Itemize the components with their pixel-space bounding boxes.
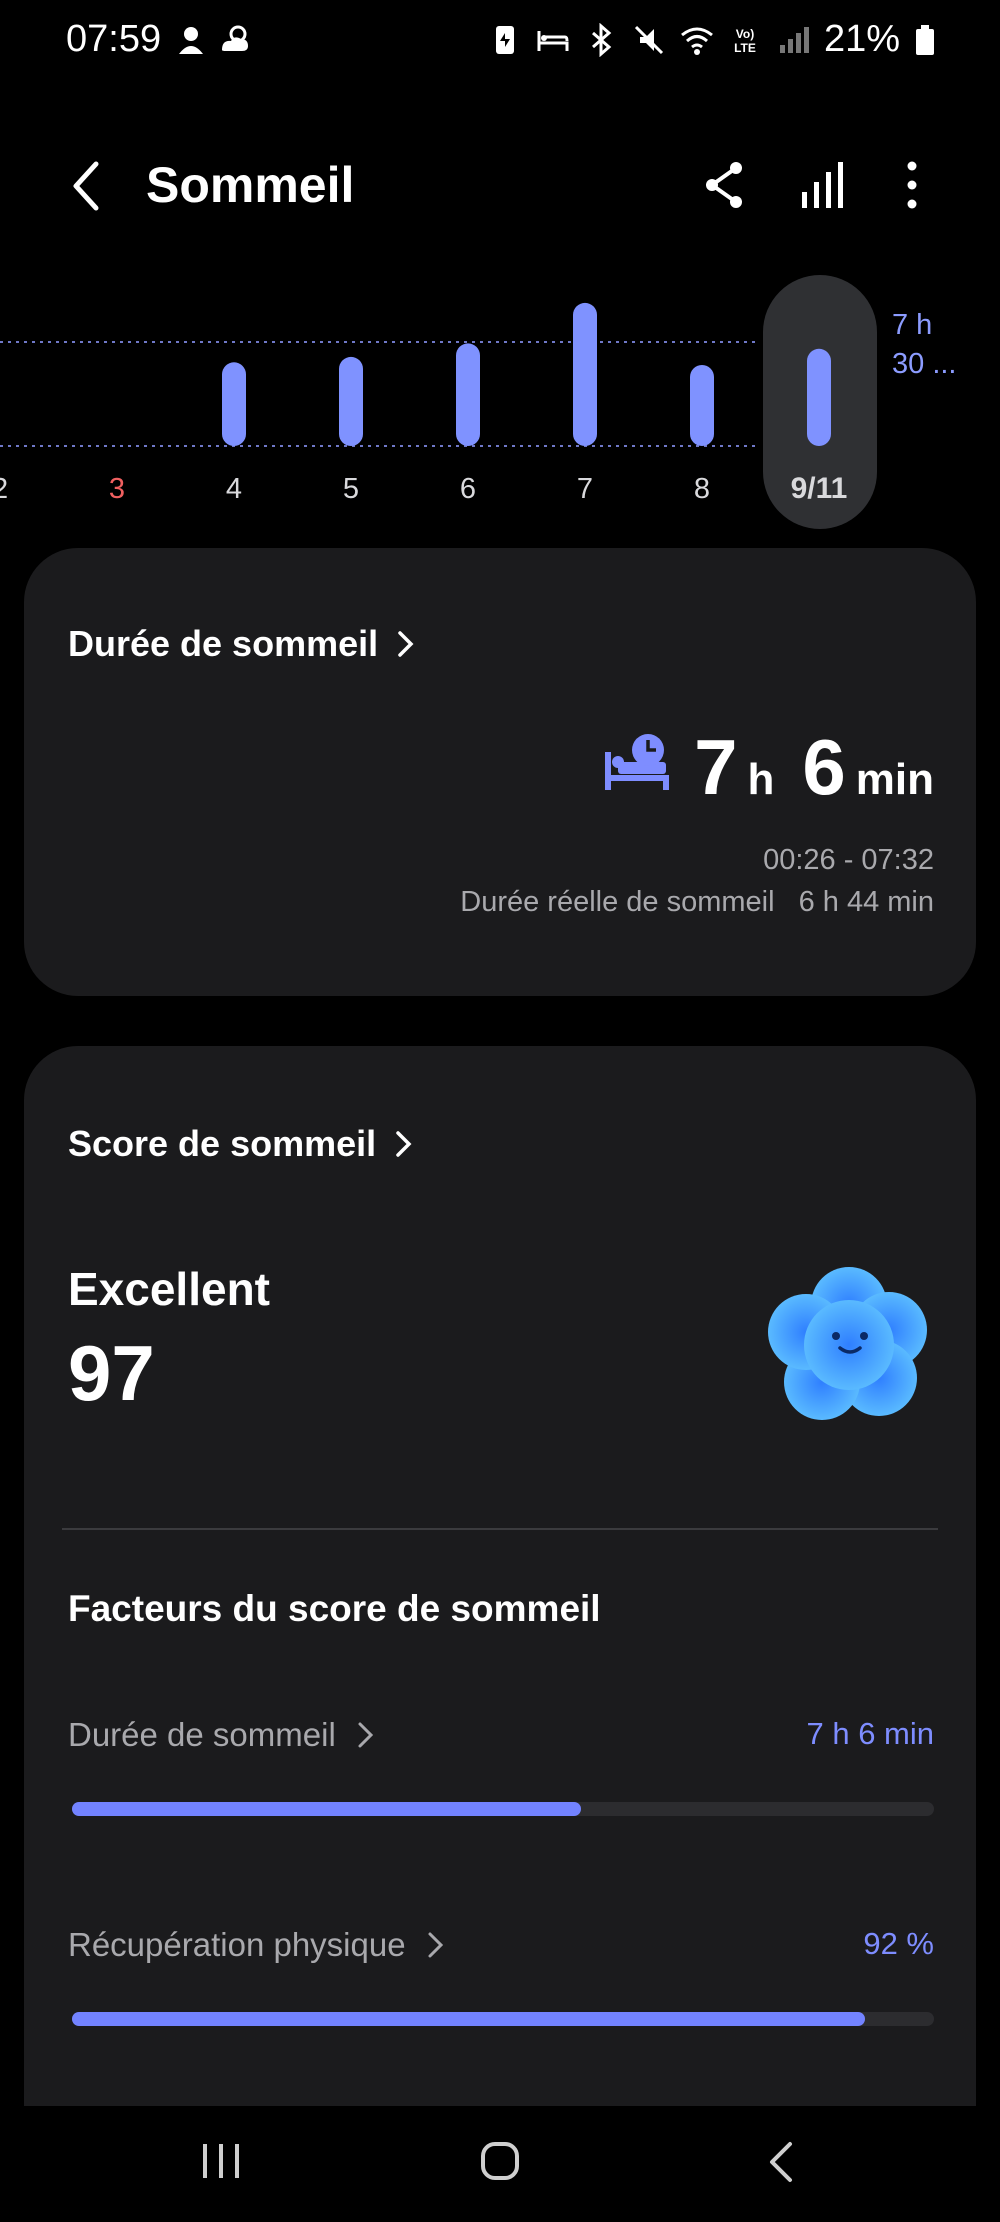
factor-progress-fill [72, 1802, 581, 1816]
sleep-duration-card[interactable]: Durée de sommeil 7 h 6 min 00:26 - 07:32… [24, 548, 976, 996]
bed-clock-icon [605, 734, 669, 790]
happy-flower-icon [768, 1267, 927, 1420]
factor-label-row: Durée de sommeil [68, 1716, 376, 1754]
factor-progress-fill [72, 2012, 866, 2026]
factor-value: 7 h 6 min [806, 1716, 934, 1751]
duration-minutes: 6 [802, 723, 846, 811]
actual-sleep-label: Durée réelle de sommeil [460, 886, 775, 918]
chart-bar[interactable] [339, 356, 363, 446]
sleep-bar-chart[interactable]: 2 3 4 5 6 7 8 9/11 [0, 0, 1000, 540]
chart-day-label[interactable]: 6 [460, 473, 476, 505]
reference-label-line: 30 ... [892, 348, 957, 380]
duration-hours-unit: h [747, 755, 775, 804]
chart-bar[interactable] [690, 365, 714, 446]
divider [62, 1528, 938, 1530]
chart-bar[interactable] [222, 362, 246, 446]
system-nav-bar [0, 2110, 1000, 2222]
nav-back-icon[interactable] [766, 2140, 796, 2184]
factor-label: Durée de sommeil [68, 1716, 336, 1753]
factors-title: Facteurs du score de sommeil [68, 1588, 601, 1629]
chart-day-label[interactable]: 2 [0, 473, 8, 505]
recents-icon[interactable] [200, 2140, 242, 2182]
score-card-header[interactable]: Score de sommeil [68, 1123, 414, 1165]
score-card-title: Score de sommeil [68, 1123, 377, 1164]
chart-day-label[interactable]: 9/11 [791, 472, 848, 505]
chart-day-label[interactable]: 8 [694, 473, 710, 505]
duration-card-title: Durée de sommeil [68, 623, 379, 664]
reference-line-label: 7 h 30 ... [892, 306, 992, 384]
duration-card-header[interactable]: Durée de sommeil [68, 623, 416, 665]
actual-sleep-value: 6 h 44 min [798, 886, 934, 918]
factor-progress-track [72, 1802, 934, 1816]
score-value: 97 [68, 1329, 155, 1417]
chart-bar[interactable] [573, 302, 597, 446]
sleep-duration-total: 7 h 6 min [694, 722, 934, 813]
chart-day-label[interactable]: 4 [226, 473, 242, 505]
factor-progress-track [72, 2012, 934, 2026]
chevron-right-icon [398, 631, 414, 657]
chevron-right-icon [428, 1932, 443, 1958]
factor-value: 92 % [863, 1926, 934, 1961]
duration-minutes-unit: min [855, 755, 934, 804]
chart-day-label[interactable]: 5 [343, 473, 359, 505]
chart-bar[interactable] [807, 348, 831, 446]
chart-bar[interactable] [456, 343, 480, 446]
reference-label-line: 7 h [892, 309, 933, 341]
chart-day-label[interactable]: 3 [109, 473, 125, 505]
sleep-time-range: 00:26 - 07:32 [763, 844, 934, 876]
chevron-right-icon [396, 1131, 412, 1157]
duration-hours: 7 [694, 723, 738, 811]
factor-label-row: Récupération physique [68, 1926, 446, 1964]
home-icon[interactable] [480, 2140, 520, 2182]
sleep-score-card[interactable]: Score de sommeil Excellent 97 Facteurs d… [24, 1046, 976, 2106]
factor-label: Récupération physique [68, 1926, 406, 1963]
score-rating: Excellent [68, 1263, 270, 1315]
chart-day-label[interactable]: 7 [577, 473, 593, 505]
actual-sleep-row: Durée réelle de sommeil 6 h 44 min [460, 886, 934, 919]
chevron-right-icon [358, 1722, 373, 1748]
